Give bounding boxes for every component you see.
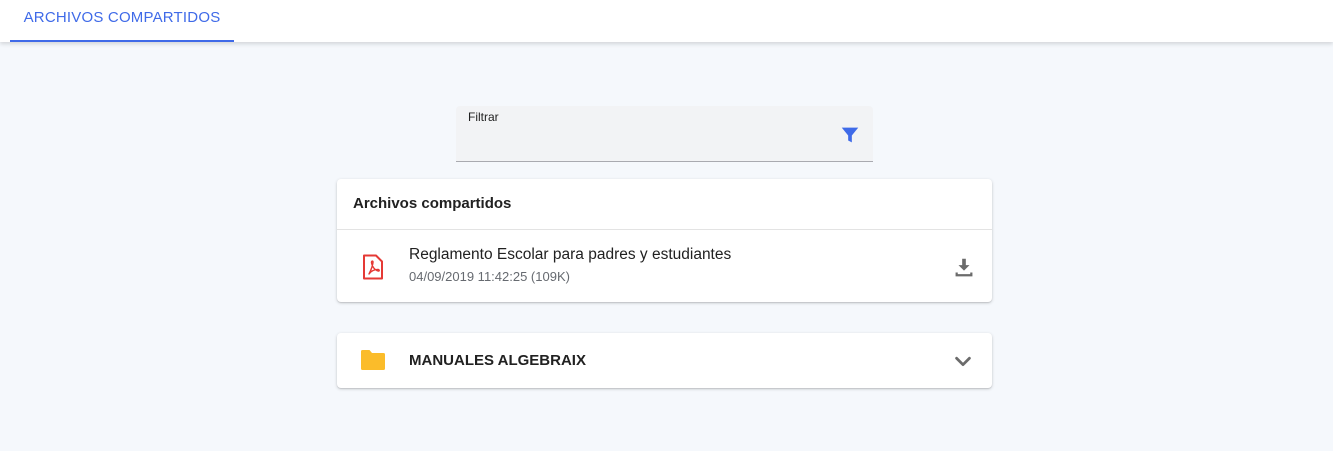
folder-name[interactable]: MANUALES ALGEBRAIX <box>409 352 586 369</box>
filter-field[interactable]: Filtrar <box>456 106 873 162</box>
filter-label: Filtrar <box>468 110 499 124</box>
filter-icon[interactable] <box>839 124 861 146</box>
filter-input[interactable] <box>468 130 832 158</box>
pdf-icon <box>363 254 383 280</box>
download-icon[interactable] <box>953 256 975 278</box>
shared-files-card: Archivos compartidos Reglamento Escolar … <box>337 179 992 302</box>
folder-row[interactable]: MANUALES ALGEBRAIX <box>337 333 992 388</box>
folder-icon <box>361 350 385 370</box>
file-name[interactable]: Reglamento Escolar para padres y estudia… <box>409 246 731 264</box>
file-row[interactable]: Reglamento Escolar para padres y estudia… <box>337 230 992 302</box>
file-meta: 04/09/2019 11:42:25 (109K) <box>409 269 570 284</box>
shared-files-title: Archivos compartidos <box>337 179 992 230</box>
tab-archivos-compartidos[interactable]: ARCHIVOS COMPARTIDOS <box>10 0 234 42</box>
top-tab-bar: ARCHIVOS COMPARTIDOS <box>0 0 1333 42</box>
chevron-down-icon[interactable] <box>952 350 974 372</box>
